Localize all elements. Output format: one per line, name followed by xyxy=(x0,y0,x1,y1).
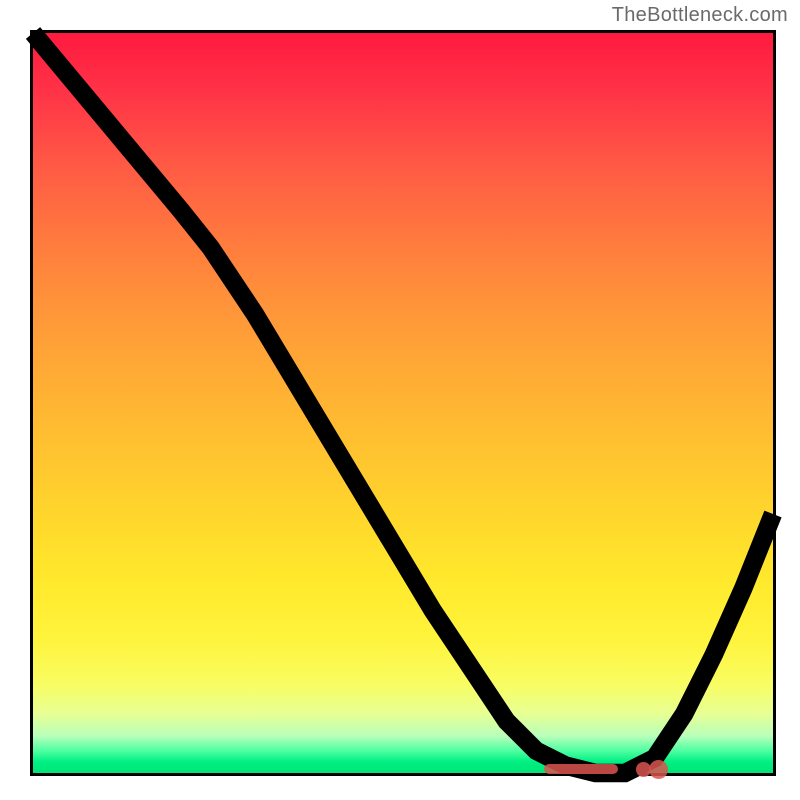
chart-curve xyxy=(33,33,773,773)
valley-dot xyxy=(649,760,668,779)
watermark-text: TheBottleneck.com xyxy=(612,4,788,27)
chart-plot-area xyxy=(30,30,776,776)
valley-bar xyxy=(544,764,618,774)
